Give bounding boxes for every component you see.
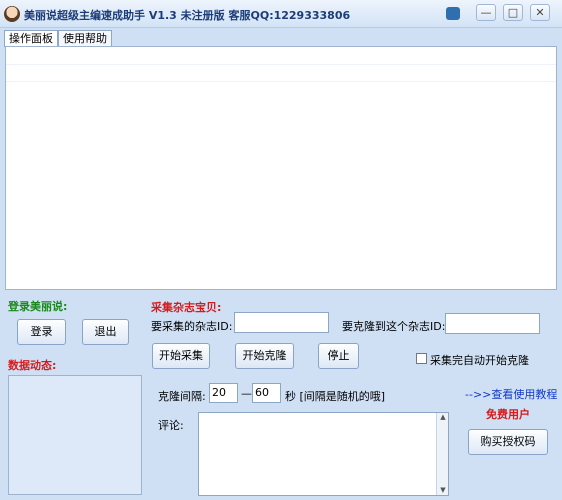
- interval-max-input[interactable]: 60: [252, 383, 281, 403]
- login-heading: 登录美丽说:: [8, 300, 68, 313]
- tab-help[interactable]: 使用帮助: [58, 30, 112, 47]
- interval-min-input[interactable]: 20: [209, 383, 238, 403]
- data-dynamic-heading: 数据动态:: [8, 359, 57, 372]
- log-list[interactable]: [5, 46, 557, 290]
- log-row-divider: [6, 64, 556, 65]
- comment-textarea[interactable]: [198, 412, 449, 496]
- user-status: 免费用户: [486, 408, 530, 421]
- data-dynamic-panel: [8, 375, 142, 495]
- source-id-label: 要采集的杂志ID:: [151, 320, 233, 333]
- target-id-label: 要克隆到这个杂志ID:: [342, 320, 446, 333]
- interval-dash: —: [241, 387, 252, 400]
- scroll-up-arrow-icon[interactable]: ▲: [437, 413, 449, 421]
- app-avatar-icon: [4, 6, 20, 22]
- start-clone-button[interactable]: 开始克隆: [235, 343, 294, 369]
- log-row-divider: [6, 81, 556, 82]
- scroll-down-arrow-icon[interactable]: ▼: [437, 486, 449, 494]
- buy-license-button[interactable]: 购买授权码: [468, 429, 548, 455]
- target-id-input[interactable]: [445, 313, 540, 334]
- exit-button[interactable]: 退出: [82, 319, 129, 345]
- source-id-input[interactable]: [234, 312, 329, 333]
- login-button[interactable]: 登录: [17, 319, 66, 345]
- title-bar: 美丽说超级主编速成助手 V1.3 未注册版 客服QQ:1229333806 — …: [0, 0, 562, 28]
- auto-clone-label: 采集完自动开始克隆: [430, 354, 529, 367]
- collect-heading: 采集杂志宝贝:: [151, 301, 222, 314]
- skin-icon[interactable]: [446, 7, 460, 20]
- maximize-button[interactable]: □: [503, 4, 523, 21]
- close-button[interactable]: ✕: [530, 4, 550, 21]
- comment-label: 评论:: [158, 419, 184, 432]
- window-title: 美丽说超级主编速成助手 V1.3 未注册版 客服QQ:1229333806: [24, 9, 351, 22]
- tutorial-link[interactable]: -->>查看使用教程: [465, 386, 557, 402]
- interval-unit-note: 秒 [间隔是随机的哦]: [285, 390, 386, 403]
- auto-clone-checkbox[interactable]: [416, 353, 427, 364]
- start-collect-button[interactable]: 开始采集: [152, 343, 210, 369]
- minimize-button[interactable]: —: [476, 4, 496, 21]
- tab-operation-panel[interactable]: 操作面板: [4, 30, 58, 47]
- comment-scrollbar[interactable]: ▲ ▼: [436, 413, 448, 495]
- stop-button[interactable]: 停止: [318, 343, 359, 369]
- interval-label: 克隆间隔:: [158, 390, 206, 403]
